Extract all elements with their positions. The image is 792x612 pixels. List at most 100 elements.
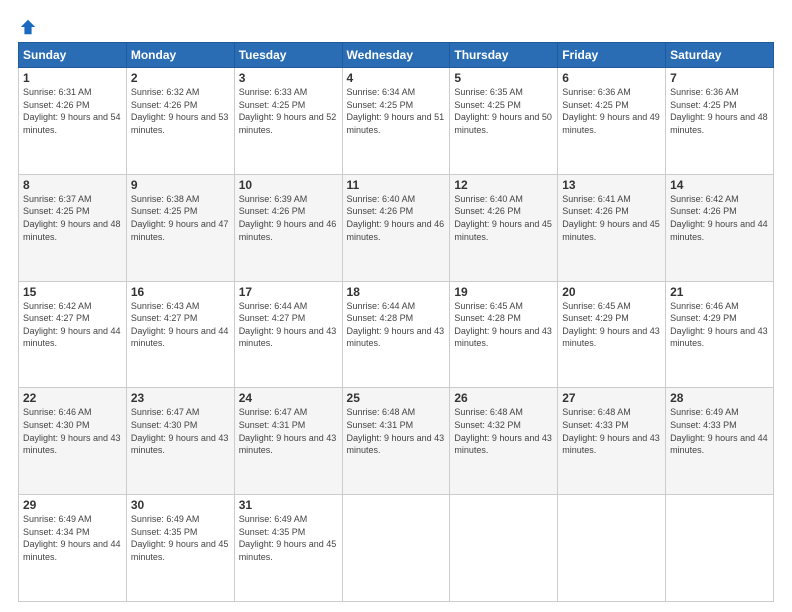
calendar-cell: 10 Sunrise: 6:39 AMSunset: 4:26 PMDaylig… xyxy=(234,174,342,281)
cell-day-number: 22 xyxy=(23,391,122,405)
calendar-cell: 4 Sunrise: 6:34 AMSunset: 4:25 PMDayligh… xyxy=(342,68,450,175)
cell-day-number: 9 xyxy=(131,178,230,192)
calendar-cell xyxy=(558,495,666,602)
cell-info: Sunrise: 6:40 AMSunset: 4:26 PMDaylight:… xyxy=(347,194,445,242)
weekday-header: Monday xyxy=(126,43,234,68)
calendar-header-row: SundayMondayTuesdayWednesdayThursdayFrid… xyxy=(19,43,774,68)
cell-day-number: 5 xyxy=(454,71,553,85)
cell-day-number: 2 xyxy=(131,71,230,85)
calendar-cell: 12 Sunrise: 6:40 AMSunset: 4:26 PMDaylig… xyxy=(450,174,558,281)
cell-day-number: 24 xyxy=(239,391,338,405)
calendar-cell: 1 Sunrise: 6:31 AMSunset: 4:26 PMDayligh… xyxy=(19,68,127,175)
cell-day-number: 31 xyxy=(239,498,338,512)
cell-info: Sunrise: 6:37 AMSunset: 4:25 PMDaylight:… xyxy=(23,194,121,242)
calendar-cell: 31 Sunrise: 6:49 AMSunset: 4:35 PMDaylig… xyxy=(234,495,342,602)
cell-info: Sunrise: 6:31 AMSunset: 4:26 PMDaylight:… xyxy=(23,87,121,135)
cell-info: Sunrise: 6:48 AMSunset: 4:32 PMDaylight:… xyxy=(454,407,552,455)
cell-info: Sunrise: 6:49 AMSunset: 4:35 PMDaylight:… xyxy=(131,514,229,562)
cell-info: Sunrise: 6:47 AMSunset: 4:30 PMDaylight:… xyxy=(131,407,229,455)
cell-day-number: 18 xyxy=(347,285,446,299)
cell-day-number: 28 xyxy=(670,391,769,405)
calendar-cell: 3 Sunrise: 6:33 AMSunset: 4:25 PMDayligh… xyxy=(234,68,342,175)
weekday-header: Thursday xyxy=(450,43,558,68)
cell-info: Sunrise: 6:46 AMSunset: 4:30 PMDaylight:… xyxy=(23,407,121,455)
calendar-cell: 25 Sunrise: 6:48 AMSunset: 4:31 PMDaylig… xyxy=(342,388,450,495)
weekday-header: Tuesday xyxy=(234,43,342,68)
calendar-cell: 14 Sunrise: 6:42 AMSunset: 4:26 PMDaylig… xyxy=(666,174,774,281)
calendar-cell xyxy=(342,495,450,602)
calendar-cell: 2 Sunrise: 6:32 AMSunset: 4:26 PMDayligh… xyxy=(126,68,234,175)
calendar-cell: 18 Sunrise: 6:44 AMSunset: 4:28 PMDaylig… xyxy=(342,281,450,388)
cell-day-number: 30 xyxy=(131,498,230,512)
header xyxy=(18,18,774,32)
calendar-cell: 11 Sunrise: 6:40 AMSunset: 4:26 PMDaylig… xyxy=(342,174,450,281)
cell-info: Sunrise: 6:45 AMSunset: 4:28 PMDaylight:… xyxy=(454,301,552,349)
cell-day-number: 19 xyxy=(454,285,553,299)
cell-day-number: 16 xyxy=(131,285,230,299)
calendar-table: SundayMondayTuesdayWednesdayThursdayFrid… xyxy=(18,42,774,602)
cell-day-number: 25 xyxy=(347,391,446,405)
cell-day-number: 20 xyxy=(562,285,661,299)
weekday-header: Saturday xyxy=(666,43,774,68)
calendar-week-row: 8 Sunrise: 6:37 AMSunset: 4:25 PMDayligh… xyxy=(19,174,774,281)
cell-day-number: 1 xyxy=(23,71,122,85)
calendar-cell: 13 Sunrise: 6:41 AMSunset: 4:26 PMDaylig… xyxy=(558,174,666,281)
cell-day-number: 6 xyxy=(562,71,661,85)
calendar-cell: 24 Sunrise: 6:47 AMSunset: 4:31 PMDaylig… xyxy=(234,388,342,495)
calendar-cell: 27 Sunrise: 6:48 AMSunset: 4:33 PMDaylig… xyxy=(558,388,666,495)
cell-day-number: 11 xyxy=(347,178,446,192)
cell-info: Sunrise: 6:33 AMSunset: 4:25 PMDaylight:… xyxy=(239,87,337,135)
cell-day-number: 8 xyxy=(23,178,122,192)
cell-info: Sunrise: 6:40 AMSunset: 4:26 PMDaylight:… xyxy=(454,194,552,242)
calendar-week-row: 15 Sunrise: 6:42 AMSunset: 4:27 PMDaylig… xyxy=(19,281,774,388)
calendar-cell: 16 Sunrise: 6:43 AMSunset: 4:27 PMDaylig… xyxy=(126,281,234,388)
calendar-cell xyxy=(450,495,558,602)
cell-info: Sunrise: 6:43 AMSunset: 4:27 PMDaylight:… xyxy=(131,301,229,349)
cell-day-number: 4 xyxy=(347,71,446,85)
calendar-cell: 20 Sunrise: 6:45 AMSunset: 4:29 PMDaylig… xyxy=(558,281,666,388)
logo-text xyxy=(18,18,37,36)
calendar-week-row: 29 Sunrise: 6:49 AMSunset: 4:34 PMDaylig… xyxy=(19,495,774,602)
logo-icon xyxy=(19,18,37,36)
cell-info: Sunrise: 6:42 AMSunset: 4:26 PMDaylight:… xyxy=(670,194,768,242)
cell-info: Sunrise: 6:49 AMSunset: 4:34 PMDaylight:… xyxy=(23,514,121,562)
calendar-cell: 9 Sunrise: 6:38 AMSunset: 4:25 PMDayligh… xyxy=(126,174,234,281)
calendar-cell: 29 Sunrise: 6:49 AMSunset: 4:34 PMDaylig… xyxy=(19,495,127,602)
cell-day-number: 15 xyxy=(23,285,122,299)
calendar-cell: 7 Sunrise: 6:36 AMSunset: 4:25 PMDayligh… xyxy=(666,68,774,175)
cell-info: Sunrise: 6:48 AMSunset: 4:31 PMDaylight:… xyxy=(347,407,445,455)
cell-info: Sunrise: 6:32 AMSunset: 4:26 PMDaylight:… xyxy=(131,87,229,135)
calendar-week-row: 1 Sunrise: 6:31 AMSunset: 4:26 PMDayligh… xyxy=(19,68,774,175)
calendar-cell: 15 Sunrise: 6:42 AMSunset: 4:27 PMDaylig… xyxy=(19,281,127,388)
cell-info: Sunrise: 6:45 AMSunset: 4:29 PMDaylight:… xyxy=(562,301,660,349)
cell-day-number: 12 xyxy=(454,178,553,192)
calendar-cell: 23 Sunrise: 6:47 AMSunset: 4:30 PMDaylig… xyxy=(126,388,234,495)
calendar-cell: 26 Sunrise: 6:48 AMSunset: 4:32 PMDaylig… xyxy=(450,388,558,495)
cell-info: Sunrise: 6:36 AMSunset: 4:25 PMDaylight:… xyxy=(670,87,768,135)
cell-info: Sunrise: 6:49 AMSunset: 4:35 PMDaylight:… xyxy=(239,514,337,562)
calendar-cell: 28 Sunrise: 6:49 AMSunset: 4:33 PMDaylig… xyxy=(666,388,774,495)
cell-info: Sunrise: 6:48 AMSunset: 4:33 PMDaylight:… xyxy=(562,407,660,455)
cell-day-number: 23 xyxy=(131,391,230,405)
cell-day-number: 17 xyxy=(239,285,338,299)
cell-day-number: 10 xyxy=(239,178,338,192)
weekday-header: Wednesday xyxy=(342,43,450,68)
weekday-header: Friday xyxy=(558,43,666,68)
calendar-cell: 19 Sunrise: 6:45 AMSunset: 4:28 PMDaylig… xyxy=(450,281,558,388)
calendar-cell: 21 Sunrise: 6:46 AMSunset: 4:29 PMDaylig… xyxy=(666,281,774,388)
calendar-cell xyxy=(666,495,774,602)
calendar-cell: 6 Sunrise: 6:36 AMSunset: 4:25 PMDayligh… xyxy=(558,68,666,175)
cell-day-number: 7 xyxy=(670,71,769,85)
calendar-cell: 5 Sunrise: 6:35 AMSunset: 4:25 PMDayligh… xyxy=(450,68,558,175)
cell-info: Sunrise: 6:44 AMSunset: 4:27 PMDaylight:… xyxy=(239,301,337,349)
cell-info: Sunrise: 6:49 AMSunset: 4:33 PMDaylight:… xyxy=(670,407,768,455)
cell-day-number: 3 xyxy=(239,71,338,85)
weekday-header: Sunday xyxy=(19,43,127,68)
cell-info: Sunrise: 6:47 AMSunset: 4:31 PMDaylight:… xyxy=(239,407,337,455)
cell-info: Sunrise: 6:38 AMSunset: 4:25 PMDaylight:… xyxy=(131,194,229,242)
cell-day-number: 14 xyxy=(670,178,769,192)
cell-info: Sunrise: 6:46 AMSunset: 4:29 PMDaylight:… xyxy=(670,301,768,349)
calendar-cell: 8 Sunrise: 6:37 AMSunset: 4:25 PMDayligh… xyxy=(19,174,127,281)
cell-day-number: 26 xyxy=(454,391,553,405)
cell-info: Sunrise: 6:35 AMSunset: 4:25 PMDaylight:… xyxy=(454,87,552,135)
